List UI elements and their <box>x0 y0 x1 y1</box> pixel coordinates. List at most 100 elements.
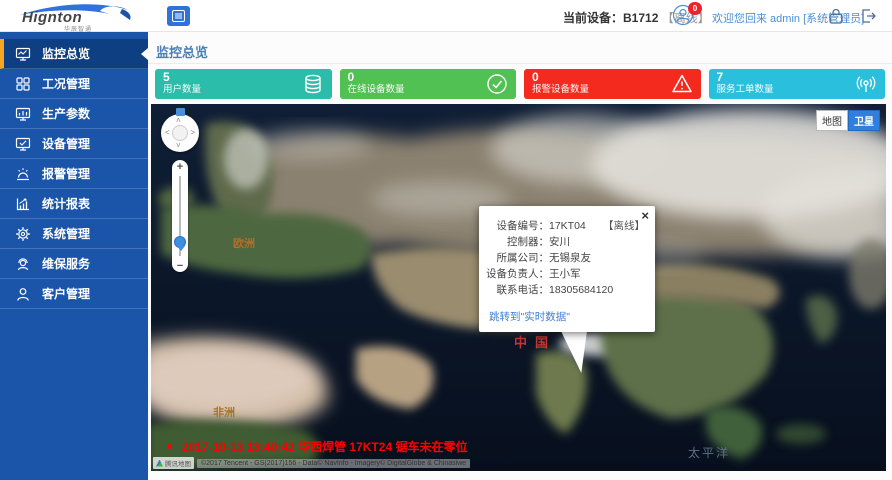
stat-value: 0 <box>532 71 693 84</box>
pan-right-icon[interactable]: ˃ <box>190 128 195 137</box>
lock-icon <box>826 6 846 26</box>
support-icon <box>15 256 31 272</box>
sidebar-item-label: 生产参数 <box>42 105 90 122</box>
popup-label: 设备编号： <box>485 218 549 234</box>
dashboard: Hignton 华辰智通 当前设备：B1712 【离线】 0 欢迎您回来 adm… <box>0 0 892 480</box>
popup-row-company: 所属公司： 无锡泉友 <box>485 250 645 266</box>
device-info-popup: × 设备编号： 17KT04 【离线】 控制器： 安川 所属公司： 无锡泉友 设… <box>479 206 655 332</box>
stat-label: 服务工单数量 <box>717 84 878 95</box>
current-device-label: 当前设备：B1712 <box>563 11 658 25</box>
database-icon <box>301 72 325 96</box>
popup-value: 安川 <box>549 234 570 250</box>
popup-value: 17KT04 <box>549 218 586 234</box>
popup-label: 控制器： <box>485 234 549 250</box>
menu-toggle-button[interactable] <box>167 6 190 26</box>
popup-value: 18305684120 <box>549 282 613 298</box>
sidebar-item-label: 统计报表 <box>42 195 90 212</box>
logout-button[interactable] <box>858 6 878 26</box>
map-zoom-control[interactable]: + − <box>172 160 188 272</box>
popup-value: 王小军 <box>549 266 581 282</box>
popup-row-owner: 设备负责人： 王小军 <box>485 266 645 282</box>
popup-status: 【离线】 <box>603 218 645 234</box>
tencent-logo-icon <box>156 460 163 467</box>
pan-up-icon[interactable]: ˄ <box>176 116 181 125</box>
map-container[interactable]: ˄ ˂ ˃ ˅ + − 地图 卫星 欧洲 非洲 中国 <box>151 104 886 471</box>
lock-button[interactable] <box>826 6 846 26</box>
sidebar-item-system-management[interactable]: 系统管理 <box>0 219 148 249</box>
map-type-switch: 地图 卫星 <box>816 110 880 131</box>
zoom-out-button[interactable]: − <box>172 260 188 272</box>
popup-row-phone: 联系电话： 18305684120 <box>485 282 645 298</box>
popup-row-device-id: 设备编号： 17KT04 【离线】 <box>485 218 645 234</box>
map-pan-control[interactable]: ˄ ˂ ˃ ˅ <box>161 114 199 152</box>
stat-label: 用户数量 <box>163 84 324 95</box>
stat-value: 7 <box>717 71 878 84</box>
device-monitor-icon <box>15 136 31 152</box>
alarm-ticker: 2017-10-13 13:40:42 华西焊管 17KT24 锯车未在零位 <box>167 438 467 455</box>
tencent-map-logo: 腾讯地图 <box>153 457 194 469</box>
map-attribution: 腾讯地图 ©2017 Tencent - GS(2017)156 - Data©… <box>153 457 470 469</box>
title-divider <box>148 63 892 64</box>
stat-card-alarm-devices[interactable]: 0 报警设备数量 <box>524 69 701 99</box>
stat-label: 报警设备数量 <box>532 84 693 95</box>
broadcast-icon <box>854 72 878 96</box>
pan-center-icon[interactable] <box>172 125 188 141</box>
sidebar-item-label: 系统管理 <box>42 225 90 242</box>
main-content: 监控总览 5 用户数量 0 在线设备数量 0 <box>148 32 892 480</box>
stat-card-online-devices[interactable]: 0 在线设备数量 <box>340 69 517 99</box>
check-circle-icon <box>485 72 509 96</box>
customer-icon <box>15 286 31 302</box>
sidebar-item-label: 工况管理 <box>42 75 90 92</box>
sidebar-item-maintenance-service[interactable]: 维保服务 <box>0 249 148 279</box>
stat-card-users[interactable]: 5 用户数量 <box>155 69 332 99</box>
geo-label-africa: 非洲 <box>213 404 235 420</box>
stat-value: 0 <box>348 71 509 84</box>
sidebar-item-label: 设备管理 <box>42 135 90 152</box>
pan-down-icon[interactable]: ˅ <box>176 141 181 150</box>
close-icon[interactable]: × <box>641 208 649 223</box>
sidebar-item-alarm-management[interactable]: 报警管理 <box>0 159 148 189</box>
sidebar-item-working-condition[interactable]: 工况管理 <box>0 69 148 99</box>
sidebar-item-customer-management[interactable]: 客户管理 <box>0 279 148 309</box>
notification-badge: 0 <box>688 2 702 15</box>
pan-left-icon[interactable]: ˂ <box>165 128 170 137</box>
gear-icon <box>15 226 31 242</box>
geo-label-china: 中国 <box>514 332 556 351</box>
logo-subtext: 华辰智通 <box>64 24 92 33</box>
warning-triangle-icon <box>670 72 694 96</box>
user-notification[interactable]: 0 <box>672 4 702 28</box>
logout-icon <box>858 6 878 26</box>
zoom-slider-handle[interactable] <box>174 236 186 248</box>
map-type-map-button[interactable]: 地图 <box>816 110 848 131</box>
popup-label: 设备负责人： <box>485 266 549 282</box>
alarm-message: 2017-10-13 13:40:42 华西焊管 17KT24 锯车未在零位 <box>182 438 467 455</box>
sidebar-item-label: 报警管理 <box>42 165 90 182</box>
map-type-satellite-button[interactable]: 卫星 <box>848 110 880 131</box>
popup-label: 所属公司： <box>485 250 549 266</box>
monitor-overview-icon <box>15 46 31 62</box>
bar-chart-icon <box>15 196 31 212</box>
sidebar-item-production-params[interactable]: 生产参数 <box>0 99 148 129</box>
realtime-data-link[interactable]: 跳转到"实时数据" <box>489 309 570 324</box>
sidebar: 监控总览 工况管理 生产参数 设备管理 <box>0 32 148 480</box>
overview-map-toggle-icon[interactable] <box>176 108 185 116</box>
geo-label-pacific: 太平洋 <box>688 444 730 461</box>
zoom-in-button[interactable]: + <box>172 161 188 173</box>
popup-value: 无锡泉友 <box>549 250 591 266</box>
tencent-logo-text: 腾讯地图 <box>165 458 191 468</box>
sidebar-item-label: 监控总览 <box>42 45 90 62</box>
sidebar-item-label: 维保服务 <box>42 255 90 272</box>
alarm-icon <box>15 166 31 182</box>
sidebar-item-monitor-overview[interactable]: 监控总览 <box>0 39 148 69</box>
stat-label: 在线设备数量 <box>348 84 509 95</box>
header: Hignton 华辰智通 当前设备：B1712 【离线】 0 欢迎您回来 adm… <box>0 0 892 32</box>
stat-card-service-orders[interactable]: 7 服务工单数量 <box>709 69 886 99</box>
sidebar-item-device-management[interactable]: 设备管理 <box>0 129 148 159</box>
sidebar-item-statistics-report[interactable]: 统计报表 <box>0 189 148 219</box>
alert-dot-icon <box>167 444 172 449</box>
stat-cards: 5 用户数量 0 在线设备数量 0 报警设备数量 <box>155 69 885 99</box>
logo: Hignton 华辰智通 <box>12 2 142 30</box>
stat-value: 5 <box>163 71 324 84</box>
production-monitor-icon <box>15 106 31 122</box>
popup-label: 联系电话： <box>485 282 549 298</box>
